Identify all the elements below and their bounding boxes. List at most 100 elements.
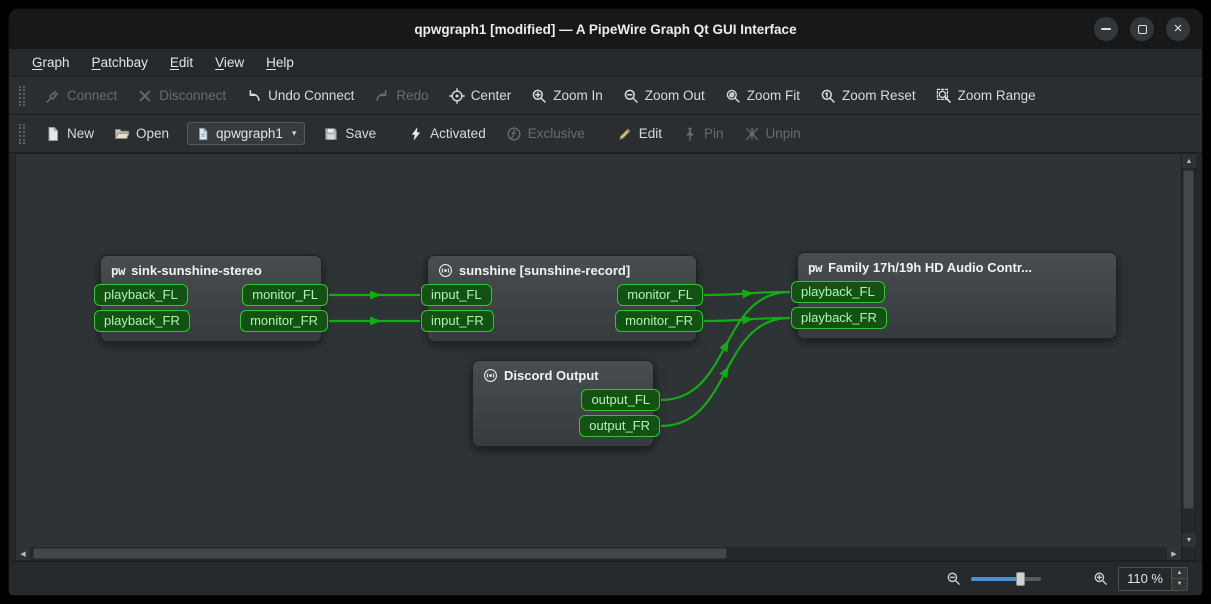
menu-view[interactable]: View <box>204 49 255 76</box>
zoom-slider-handle[interactable] <box>1016 572 1025 586</box>
port-output-fl[interactable]: output_FL <box>581 389 660 411</box>
redo-button[interactable]: Redo <box>365 83 437 109</box>
undo-icon <box>246 88 262 104</box>
connect-icon <box>45 88 61 104</box>
port-input-fr[interactable]: input_FR <box>421 310 494 332</box>
lightning-icon <box>408 126 424 142</box>
menu-edit[interactable]: Edit <box>159 49 204 76</box>
center-button[interactable]: Center <box>440 83 521 109</box>
edit-button[interactable]: Edit <box>608 121 671 147</box>
zoom-value[interactable]: 110 % <box>1119 568 1171 590</box>
titlebar[interactable]: qpwgraph1 [modified] — A PipeWire Graph … <box>9 9 1202 49</box>
connection-cables <box>16 154 1181 547</box>
maximize-button[interactable] <box>1130 17 1154 41</box>
vertical-scroll-track[interactable] <box>1182 168 1195 533</box>
exclusive-button[interactable]: Exclusive <box>497 121 594 147</box>
port-output-fr[interactable]: output_FR <box>579 415 660 437</box>
node-header[interactable]: pw sink-sunshine-stereo <box>101 256 321 282</box>
node-header[interactable]: Discord Output <box>473 361 653 387</box>
node-header[interactable]: pw Family 17h/19h HD Audio Contr... <box>798 253 1116 279</box>
spin-down-icon[interactable]: ▼ <box>1172 579 1187 590</box>
node-sunshine[interactable]: sunshine [sunshine-record] input_FL inpu… <box>427 255 697 342</box>
open-button[interactable]: Open <box>105 121 178 147</box>
exclusive-icon <box>506 126 522 142</box>
save-button[interactable]: Save <box>314 121 385 147</box>
graph-canvas[interactable]: pw sink-sunshine-stereo playback_FL play… <box>16 154 1181 547</box>
minimize-button[interactable] <box>1094 17 1118 41</box>
vertical-scrollbar[interactable]: ▲ ▼ <box>1181 154 1195 547</box>
zoom-reset-label: Zoom Reset <box>842 88 916 103</box>
pencil-icon <box>617 126 633 142</box>
save-label: Save <box>345 126 376 141</box>
horizontal-scrollbar[interactable]: ◀ ▶ <box>15 547 1196 561</box>
redo-label: Redo <box>396 88 428 103</box>
scroll-right-icon[interactable]: ▶ <box>1167 547 1181 560</box>
zoom-out-label: Zoom Out <box>645 88 705 103</box>
toolbar-drag-handle[interactable] <box>19 124 25 144</box>
zoom-in-button[interactable]: Zoom In <box>522 83 612 109</box>
port-monitor-fr[interactable]: monitor_FR <box>615 310 703 332</box>
scroll-up-icon[interactable]: ▲ <box>1182 154 1196 168</box>
port-playback-fr[interactable]: playback_FR <box>791 307 887 329</box>
node-title: sink-sunshine-stereo <box>131 263 262 278</box>
zoom-reset-button[interactable]: Zoom Reset <box>811 83 925 109</box>
menu-help[interactable]: Help <box>255 49 305 76</box>
zoom-in-mini-icon[interactable] <box>1093 571 1108 586</box>
minimize-icon <box>1101 28 1111 30</box>
connect-label: Connect <box>67 88 117 103</box>
connect-button[interactable]: Connect <box>36 83 126 109</box>
zoom-spinbox[interactable]: 110 % ▲ ▼ <box>1118 567 1188 591</box>
disconnect-button[interactable]: Disconnect <box>128 83 235 109</box>
zoom-fit-button[interactable]: Zoom Fit <box>716 83 809 109</box>
activated-button[interactable]: Activated <box>399 121 495 147</box>
disconnect-icon <box>137 88 153 104</box>
center-label: Center <box>471 88 512 103</box>
unpin-label: Unpin <box>766 126 801 141</box>
node-header[interactable]: sunshine [sunshine-record] <box>428 256 696 282</box>
vertical-scroll-thumb[interactable] <box>1183 170 1194 509</box>
horizontal-scroll-thumb[interactable] <box>33 548 727 559</box>
close-button[interactable]: × <box>1166 17 1190 41</box>
maximize-icon <box>1138 25 1147 34</box>
patchbay-file-name: qpwgraph1 <box>216 126 283 141</box>
scroll-left-icon[interactable]: ◀ <box>16 547 30 560</box>
port-playback-fr[interactable]: playback_FR <box>94 310 190 332</box>
new-label: New <box>67 126 94 141</box>
port-monitor-fl[interactable]: monitor_FL <box>242 284 328 306</box>
horizontal-scroll-track[interactable] <box>30 547 1167 560</box>
node-title: Discord Output <box>504 368 599 383</box>
zoom-fit-icon <box>725 88 741 104</box>
port-monitor-fl[interactable]: monitor_FL <box>617 284 703 306</box>
graph-view: pw sink-sunshine-stereo playback_FL play… <box>15 153 1196 561</box>
pipewire-icon: pw <box>111 263 125 278</box>
zoom-range-button[interactable]: Zoom Range <box>927 83 1045 109</box>
node-title: sunshine [sunshine-record] <box>459 263 630 278</box>
save-icon <box>323 126 339 142</box>
node-sink-sunshine-stereo[interactable]: pw sink-sunshine-stereo playback_FL play… <box>100 255 322 342</box>
port-playback-fl[interactable]: playback_FL <box>94 284 188 306</box>
statusbar: 110 % ▲ ▼ <box>9 561 1202 595</box>
node-discord-output[interactable]: Discord Output output_FL output_FR <box>472 360 654 447</box>
node-family-audio-controller[interactable]: pw Family 17h/19h HD Audio Contr... play… <box>797 252 1117 339</box>
new-button[interactable]: New <box>36 121 103 147</box>
undo-connect-button[interactable]: Undo Connect <box>237 83 363 109</box>
toolbar-drag-handle[interactable] <box>19 86 25 106</box>
port-playback-fl[interactable]: playback_FL <box>791 281 885 303</box>
zoom-out-mini-icon[interactable] <box>946 571 961 586</box>
menu-graph[interactable]: Graph <box>21 49 81 76</box>
scroll-down-icon[interactable]: ▼ <box>1182 533 1196 547</box>
new-file-icon <box>45 126 61 142</box>
zoom-out-button[interactable]: Zoom Out <box>614 83 714 109</box>
window-controls: × <box>1094 9 1190 49</box>
pin-button[interactable]: Pin <box>673 121 733 147</box>
port-monitor-fr[interactable]: monitor_FR <box>240 310 328 332</box>
spin-up-icon[interactable]: ▲ <box>1172 568 1187 580</box>
zoom-out-icon <box>623 88 639 104</box>
menu-patchbay[interactable]: Patchbay <box>81 49 159 76</box>
close-icon: × <box>1174 21 1183 36</box>
unpin-button[interactable]: Unpin <box>735 121 810 147</box>
port-input-fl[interactable]: input_FL <box>421 284 492 306</box>
patchbay-file-combo[interactable]: qpwgraph1 ▾ <box>187 122 305 145</box>
center-icon <box>449 88 465 104</box>
zoom-slider[interactable] <box>971 571 1041 587</box>
